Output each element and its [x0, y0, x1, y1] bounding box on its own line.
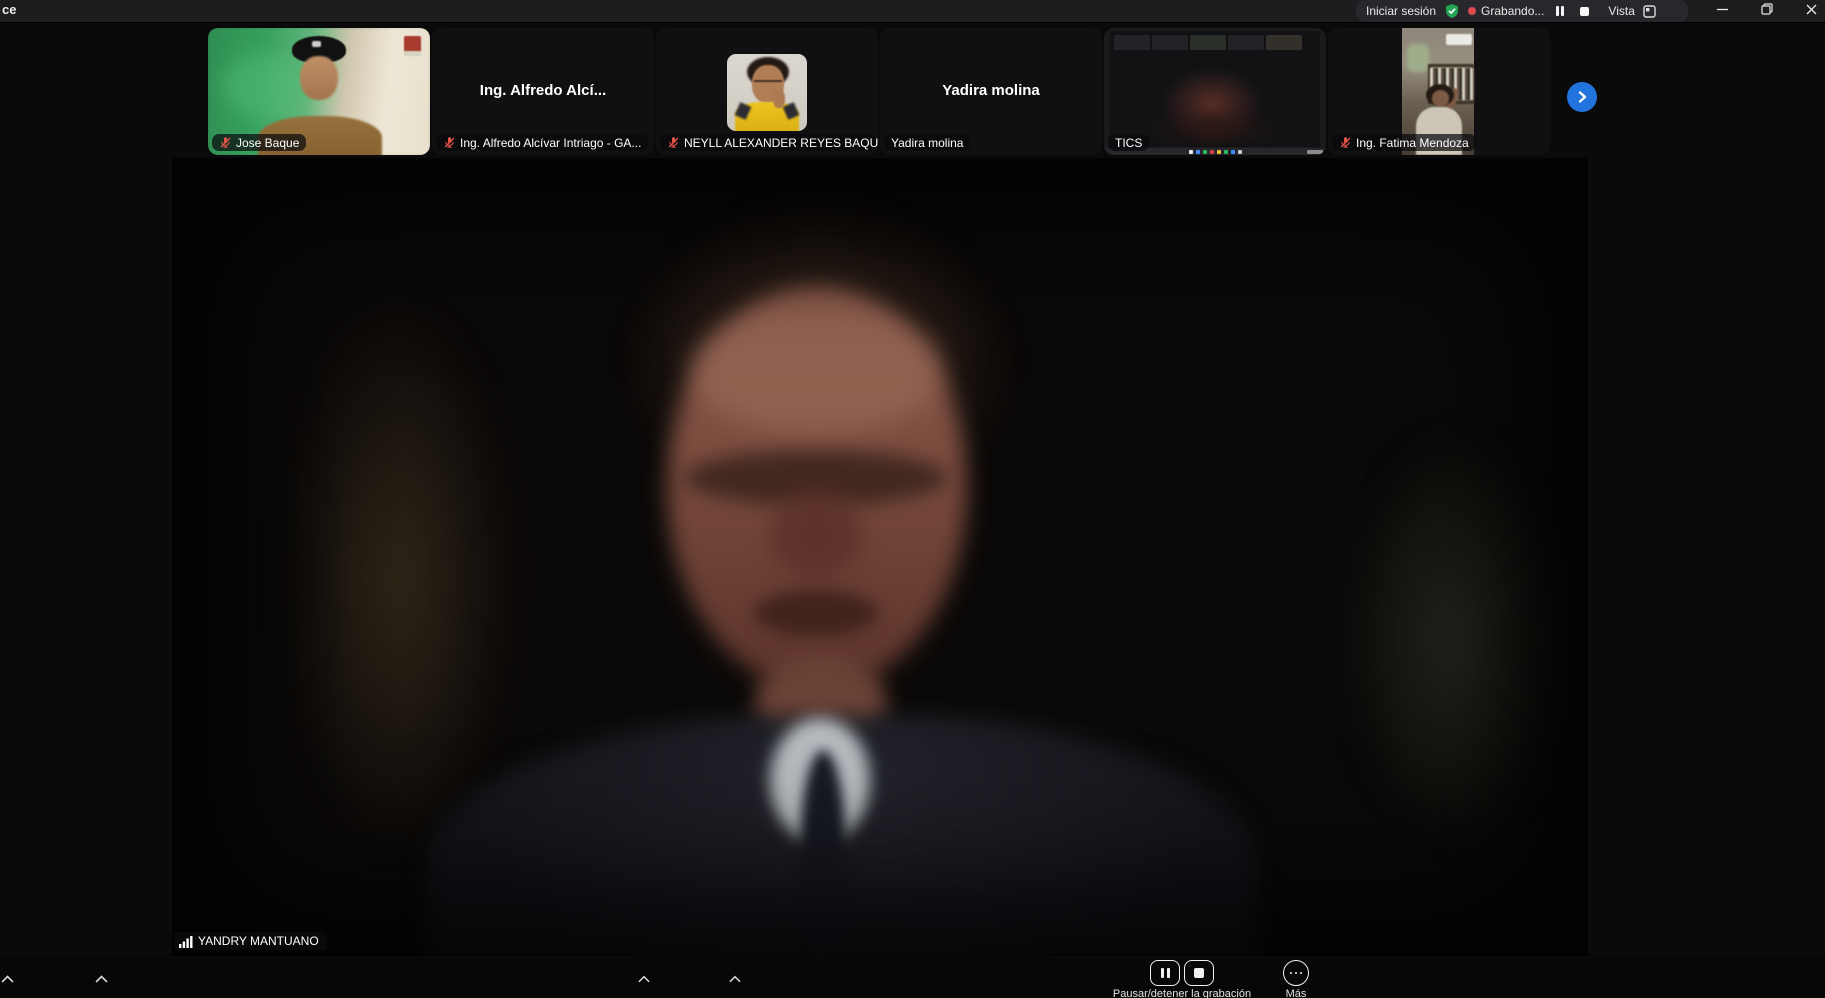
meeting-toolbar: Video 109 Participantes Chat: [0, 958, 1825, 998]
participant-name-text: NEYLL ALEXANDER REYES BAQUE: [684, 136, 878, 150]
pause-recording-icon[interactable]: [1552, 3, 1568, 19]
recording-status-label: Grabando...: [1481, 4, 1544, 18]
more-button[interactable]: [1283, 960, 1309, 986]
view-layout-icon[interactable]: [1643, 5, 1656, 18]
participant-name-badge: Ing. Alfredo Alcívar Intriago - GA...: [436, 134, 648, 151]
participant-display-name: Yadira molina: [880, 81, 1102, 98]
active-speaker-video[interactable]: YANDRY MANTUANO: [172, 158, 1588, 956]
titlebar: ce Iniciar sesión Grabando... Vista: [0, 0, 1825, 23]
audio-level-icon: [179, 935, 193, 948]
participant-tile-jose-baque[interactable]: Jose Baque: [208, 28, 430, 155]
sign-in-button[interactable]: Iniciar sesión: [1366, 4, 1436, 18]
audio-options-chevron[interactable]: [1, 970, 14, 988]
view-button[interactable]: Vista: [1608, 4, 1634, 18]
mic-muted-icon: [443, 136, 456, 149]
pause-recording-button[interactable]: [1150, 960, 1180, 986]
stop-recording-icon[interactable]: [1576, 3, 1592, 19]
restore-button[interactable]: [1757, 0, 1777, 18]
stop-recording-button[interactable]: [1184, 960, 1214, 986]
more-button-label[interactable]: Más: [1286, 988, 1307, 998]
recording-indicator: Grabando...: [1468, 4, 1544, 18]
participant-tile-yadira[interactable]: Yadira molina Yadira molina: [880, 28, 1102, 155]
avatar: [727, 54, 807, 131]
participant-name-text: Ing. Alfredo Alcívar Intriago - GA...: [460, 136, 641, 150]
participant-tile-tics[interactable]: TICS: [1104, 28, 1326, 155]
participant-name-text: TICS: [1115, 136, 1142, 150]
participant-name-text: Yadira molina: [891, 136, 963, 150]
participant-name-badge: NEYLL ALEXANDER REYES BAQUE: [660, 134, 876, 151]
titlebar-controls-group: Iniciar sesión Grabando... Vista: [1356, 0, 1688, 22]
window-title-fragment: ce: [2, 2, 16, 17]
recording-controls-label: Pausar/detener la grabación: [1113, 988, 1251, 998]
participant-tile-fatima[interactable]: Ing. Fatima Mendoza: [1328, 28, 1550, 155]
participant-name-badge: Yadira molina: [884, 134, 970, 151]
shield-check-icon: [1444, 3, 1460, 19]
participants-options-chevron[interactable]: [638, 970, 650, 988]
participant-name-text: Jose Baque: [236, 136, 299, 150]
chevron-right-icon: [1575, 90, 1589, 104]
mic-muted-icon: [1339, 136, 1352, 149]
participant-name-badge: Ing. Fatima Mendoza: [1332, 134, 1476, 151]
recording-dot-icon: [1468, 7, 1476, 15]
participant-display-name: Ing. Alfredo Alcí...: [432, 81, 654, 98]
video-options-chevron[interactable]: [95, 970, 108, 988]
mic-muted-icon: [667, 136, 680, 149]
participant-tile-neyll[interactable]: NEYLL ALEXANDER REYES BAQUE: [656, 28, 878, 155]
chat-options-chevron[interactable]: [729, 970, 741, 988]
filmstrip-next-page-button[interactable]: [1567, 82, 1597, 112]
active-speaker-name-badge: YANDRY MANTUANO: [174, 932, 327, 950]
participant-name-badge: TICS: [1108, 134, 1149, 151]
participant-tile-alfredo[interactable]: Ing. Alfredo Alcí... Ing. Alfredo Alcíva…: [432, 28, 654, 155]
close-button[interactable]: [1801, 0, 1821, 18]
minimize-button[interactable]: [1712, 0, 1732, 18]
mic-muted-icon: [219, 136, 232, 149]
active-speaker-name: YANDRY MANTUANO: [198, 934, 319, 948]
zoom-meeting-window: ce Iniciar sesión Grabando... Vista: [0, 0, 1825, 998]
participant-name-badge: Jose Baque: [212, 134, 306, 151]
participant-name-text: Ing. Fatima Mendoza: [1356, 136, 1469, 150]
